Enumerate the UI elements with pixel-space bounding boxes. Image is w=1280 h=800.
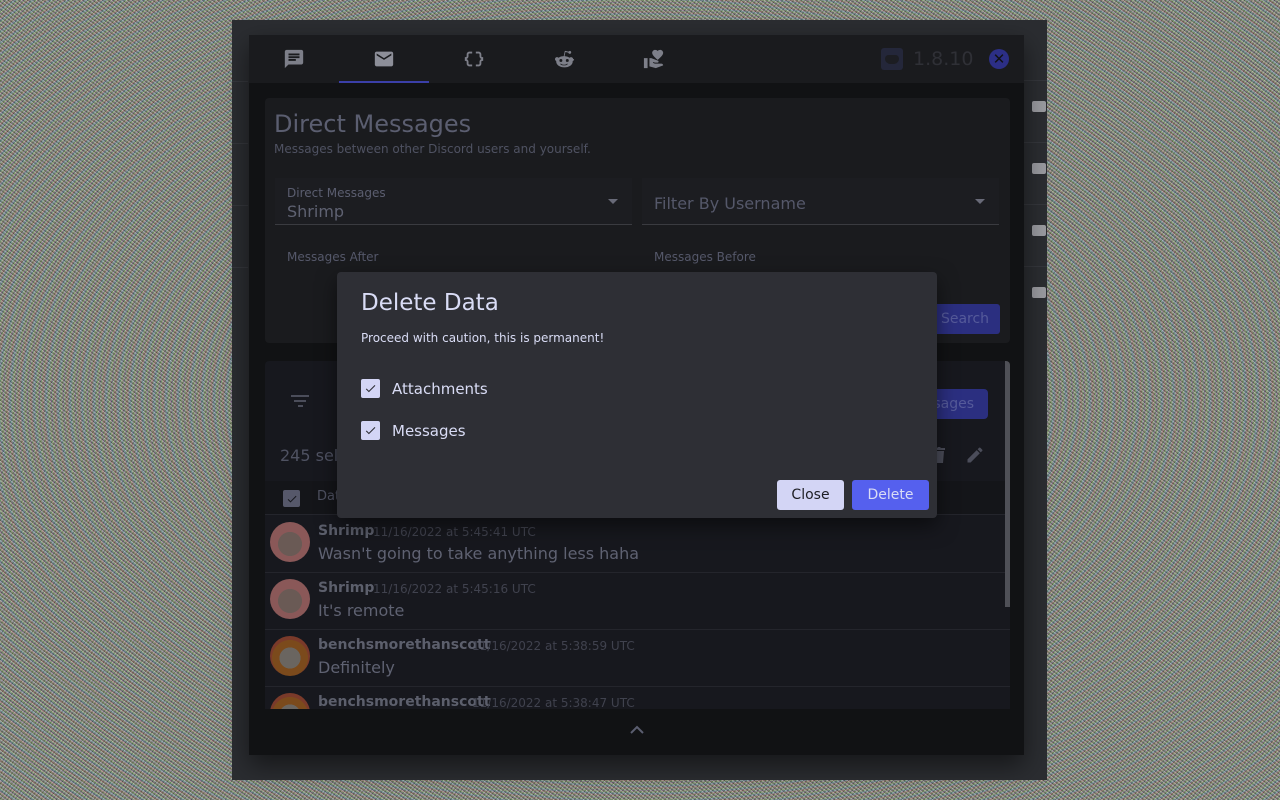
- messages-checkbox[interactable]: [361, 421, 380, 440]
- chat-bubble-icon: [1032, 101, 1046, 112]
- panel-footer: [249, 710, 1024, 755]
- message-content: It's remote: [318, 601, 405, 620]
- chat-bubble-icon: [1032, 287, 1046, 298]
- message-author: benchsmorethanscott: [318, 694, 491, 709]
- close-panel-button[interactable]: ✕: [989, 49, 1009, 69]
- close-icon: ✕: [992, 49, 1006, 68]
- chat-icon: [284, 49, 304, 69]
- search-button[interactable]: Search: [930, 304, 1000, 334]
- messages-after-label: Messages After: [287, 250, 379, 264]
- message-timestamp: 11/16/2022 at 5:45:41 UTC: [373, 525, 536, 539]
- checkmark-icon: [365, 385, 376, 393]
- version-info: 1.8.10: [881, 48, 973, 70]
- host-channel-item[interactable]: [1024, 204, 1047, 266]
- host-channel-item[interactable]: [1024, 80, 1047, 142]
- message-row[interactable]: benchsmorethanscott 11/16/2022 at 5:38:4…: [265, 687, 1010, 709]
- dm-select[interactable]: Direct Messages Shrimp: [275, 178, 632, 225]
- checkmark-icon: [287, 495, 296, 502]
- username-filter-select[interactable]: Filter By Username: [642, 178, 999, 225]
- volunteer-hand-heart-icon: [643, 49, 664, 69]
- avatar: [270, 522, 310, 562]
- filter-icon[interactable]: [290, 395, 310, 409]
- mail-icon: [374, 51, 394, 67]
- chat-bubble-icon: [1032, 225, 1046, 236]
- chat-bubble-icon: [1032, 163, 1046, 174]
- dialog-warning: Proceed with caution, this is permanent!: [361, 331, 605, 345]
- avatar: [270, 636, 310, 676]
- message-content: Definitely: [318, 658, 395, 677]
- message-row[interactable]: Shrimp 11/16/2022 at 5:45:16 UTC It's re…: [265, 573, 1010, 630]
- message-timestamp: 11/16/2022 at 5:45:16 UTC: [373, 582, 536, 596]
- discord-logo-icon: [881, 48, 903, 70]
- close-button[interactable]: Close: [777, 480, 844, 510]
- tab-direct-messages[interactable]: [339, 35, 429, 83]
- attachments-checkbox[interactable]: [361, 379, 380, 398]
- delete-button[interactable]: Delete: [852, 480, 929, 510]
- edit-pencil-icon[interactable]: [965, 445, 985, 465]
- username-filter-placeholder: Filter By Username: [654, 194, 806, 213]
- dm-select-label: Direct Messages: [287, 186, 386, 200]
- attachments-label: Attachments: [392, 379, 488, 398]
- caret-down-icon: [608, 199, 618, 204]
- host-channel-item[interactable]: [1024, 266, 1047, 328]
- messages-checkbox-option[interactable]: Messages: [361, 421, 466, 440]
- host-channel-list: [1024, 80, 1047, 328]
- avatar: [270, 693, 310, 709]
- message-row[interactable]: Shrimp 11/16/2022 at 5:45:41 UTC Wasn't …: [265, 516, 1010, 573]
- braces-icon: [464, 51, 484, 67]
- host-channel-item[interactable]: [1024, 142, 1047, 204]
- messages-label: Messages: [392, 421, 466, 440]
- message-author: Shrimp: [318, 580, 375, 596]
- reddit-icon: [554, 50, 575, 68]
- messages-before-label: Messages Before: [654, 250, 756, 264]
- message-row[interactable]: benchsmorethanscott 11/16/2022 at 5:38:5…: [265, 630, 1010, 687]
- message-content: Wasn't going to take anything less haha: [318, 544, 640, 563]
- tab-donate[interactable]: [609, 35, 699, 83]
- tab-channel-messages[interactable]: [249, 35, 339, 83]
- chevron-up-icon[interactable]: [630, 725, 644, 735]
- host-left-strip: [232, 20, 248, 780]
- delete-data-dialog: Delete Data Proceed with caution, this i…: [337, 272, 937, 518]
- tab-bar: 1.8.10 ✕: [249, 35, 1024, 83]
- tab-reddit[interactable]: [519, 35, 609, 83]
- dialog-title: Delete Data: [361, 290, 499, 316]
- select-all-checkbox[interactable]: [283, 490, 300, 507]
- message-timestamp: 11/16/2022 at 5:38:59 UTC: [472, 639, 635, 653]
- attachments-checkbox-option[interactable]: Attachments: [361, 379, 488, 398]
- message-timestamp: 11/16/2022 at 5:38:47 UTC: [472, 696, 635, 709]
- section-subtitle: Messages between other Discord users and…: [274, 142, 591, 156]
- section-title: Direct Messages: [274, 110, 472, 138]
- dm-select-value: Shrimp: [287, 202, 345, 221]
- caret-down-icon: [975, 199, 985, 204]
- message-author: benchsmorethanscott: [318, 637, 491, 653]
- version-label: 1.8.10: [913, 48, 974, 70]
- checkmark-icon: [365, 427, 376, 435]
- message-author: Shrimp: [318, 523, 375, 539]
- tab-json-export[interactable]: [429, 35, 519, 83]
- results-scrollbar[interactable]: [1005, 361, 1010, 607]
- avatar: [270, 579, 310, 619]
